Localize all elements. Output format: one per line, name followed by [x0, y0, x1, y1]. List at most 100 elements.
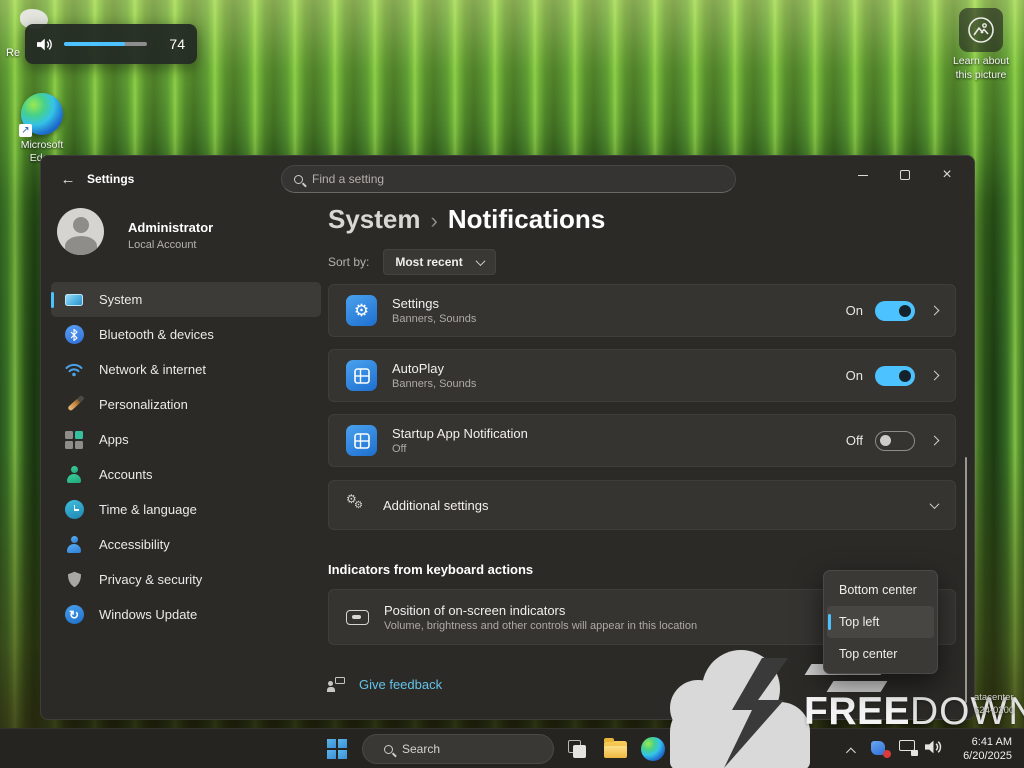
breadcrumb-parent[interactable]: System	[328, 204, 421, 234]
sidebar-item-label: Accounts	[99, 467, 152, 482]
row-title: Position of on-screen indicators	[384, 603, 697, 618]
scrollbar-thumb[interactable]	[965, 457, 967, 703]
row-subtitle: Volume, brightness and other controls wi…	[384, 620, 697, 632]
spotlight-label-line1: Learn about	[945, 55, 1017, 69]
volume-tray-icon[interactable]	[925, 739, 943, 760]
volume-slider[interactable]	[64, 42, 148, 46]
row-title: AutoPlay	[392, 361, 476, 376]
sidebar-item-system[interactable]: System	[51, 282, 321, 317]
sidebar-item-apps[interactable]: Apps	[51, 422, 321, 457]
close-icon: ×	[942, 167, 951, 183]
row-title: Settings	[392, 296, 476, 311]
volume-slider-fill	[64, 42, 126, 46]
feedback-label: Give feedback	[359, 677, 442, 692]
sidebar-item-label: Windows Update	[99, 607, 197, 622]
breadcrumb: System›Notifications	[328, 204, 605, 235]
taskbar-search[interactable]: Search	[362, 734, 554, 764]
taskbar-clock[interactable]: 6:41 AM 6/20/2025	[950, 735, 1012, 765]
settings-notif-toggle[interactable]	[875, 301, 915, 321]
minimize-button[interactable]	[843, 160, 883, 190]
sidebar-item-personalization[interactable]: Personalization	[51, 387, 321, 422]
dropdown-option-top-left[interactable]: Top left	[827, 606, 934, 638]
settings-search-input[interactable]	[312, 172, 723, 186]
picture-icon	[965, 14, 997, 46]
sidebar-item-time-language[interactable]: Time & language	[51, 492, 321, 527]
give-feedback-link[interactable]: Give feedback	[328, 676, 442, 692]
maximize-button[interactable]	[885, 160, 925, 190]
notif-row-autoplay[interactable]: AutoPlay Banners, Sounds On	[328, 349, 956, 402]
clock-date: 6/20/2025	[950, 749, 1012, 764]
taskbar-search-label: Search	[402, 742, 440, 756]
volume-osd: 74	[25, 24, 197, 64]
sidebar-item-label: Accessibility	[99, 537, 170, 552]
toggle-state-label: On	[846, 368, 863, 383]
sidebar-item-network-internet[interactable]: Network & internet	[51, 352, 321, 387]
start-button[interactable]	[320, 732, 354, 766]
bluetooth-icon	[64, 325, 84, 345]
sidebar-item-label: System	[99, 292, 142, 307]
startup-notif-toggle[interactable]	[875, 431, 915, 451]
edition-watermark: atacenter 624-0200	[974, 692, 1024, 718]
person-icon	[64, 465, 84, 485]
chevron-right-icon	[930, 306, 940, 316]
sort-dropdown[interactable]: Most recent	[383, 249, 495, 275]
notif-row-settings[interactable]: ⚙ Settings Banners, Sounds On	[328, 284, 956, 337]
toggle-state-label: On	[846, 303, 863, 318]
autoplay-notif-toggle[interactable]	[875, 366, 915, 386]
sidebar-item-accessibility[interactable]: Accessibility	[51, 527, 321, 562]
paintbrush-icon	[64, 395, 84, 415]
monitor-icon	[64, 290, 84, 310]
windows-logo-icon	[327, 739, 347, 759]
dropdown-option-top-center[interactable]: Top center	[827, 638, 934, 670]
edge-taskbar-button[interactable]	[636, 732, 670, 766]
notif-row-startup-app[interactable]: Startup App Notification Off Off	[328, 414, 956, 467]
network-tray-icon[interactable]	[899, 740, 918, 756]
shield-icon	[64, 570, 84, 590]
accessibility-person-icon	[64, 535, 84, 555]
close-button[interactable]: ×	[927, 160, 967, 190]
additional-settings-row[interactable]: ⚙⚙ Additional settings	[328, 480, 956, 530]
chevron-up-icon	[846, 748, 856, 758]
sidebar-item-privacy-security[interactable]: Privacy & security	[51, 562, 321, 597]
sidebar-item-accounts[interactable]: Accounts	[51, 457, 321, 492]
tray-overflow-button[interactable]	[846, 743, 853, 761]
on-screen-indicator-icon	[346, 610, 369, 625]
window-title: Settings	[87, 172, 134, 186]
volume-value: 74	[161, 36, 185, 52]
dropdown-option-bottom-center[interactable]: Bottom center	[827, 574, 934, 606]
notification-dot	[883, 750, 891, 758]
sidebar-nav: System Bluetooth & devices Network & int…	[51, 282, 321, 632]
clock-icon	[64, 500, 84, 520]
speaker-icon	[37, 37, 54, 52]
breadcrumb-separator-icon: ›	[431, 208, 438, 233]
chevron-right-icon	[930, 436, 940, 446]
row-subtitle: Banners, Sounds	[392, 378, 476, 390]
account-type: Local Account	[128, 239, 197, 251]
chevron-down-icon	[475, 256, 485, 266]
row-subtitle: Banners, Sounds	[392, 313, 476, 325]
tray-app-icon[interactable]	[871, 738, 892, 759]
sidebar-item-windows-update[interactable]: ↻ Windows Update	[51, 597, 321, 632]
sort-label: Sort by:	[328, 255, 369, 269]
task-view-button[interactable]	[560, 732, 594, 766]
sort-row: Sort by: Most recent	[328, 249, 496, 275]
chevron-down-icon	[930, 499, 940, 509]
shortcut-arrow-icon: ↗	[19, 124, 32, 137]
sidebar-item-label: Personalization	[99, 397, 188, 412]
sidebar-item-bluetooth-devices[interactable]: Bluetooth & devices	[51, 317, 321, 352]
sidebar-item-label: Privacy & security	[99, 572, 202, 587]
search-icon	[294, 175, 303, 184]
edge-logo-icon	[641, 737, 665, 761]
file-explorer-button[interactable]	[598, 732, 632, 766]
edge-logo-icon: ↗	[21, 93, 63, 135]
avatar[interactable]	[57, 208, 104, 255]
settings-search-box[interactable]	[281, 165, 736, 193]
toggle-state-label: Off	[846, 433, 863, 448]
back-button[interactable]: ←	[57, 169, 79, 191]
sidebar-item-label: Bluetooth & devices	[99, 327, 214, 342]
watermark-lightning-icon	[718, 658, 792, 768]
feedback-person-icon	[328, 676, 346, 692]
folder-icon	[604, 741, 627, 758]
desktop-icon-spotlight[interactable]: Learn about this picture	[945, 8, 1017, 82]
maximize-icon	[900, 170, 910, 180]
